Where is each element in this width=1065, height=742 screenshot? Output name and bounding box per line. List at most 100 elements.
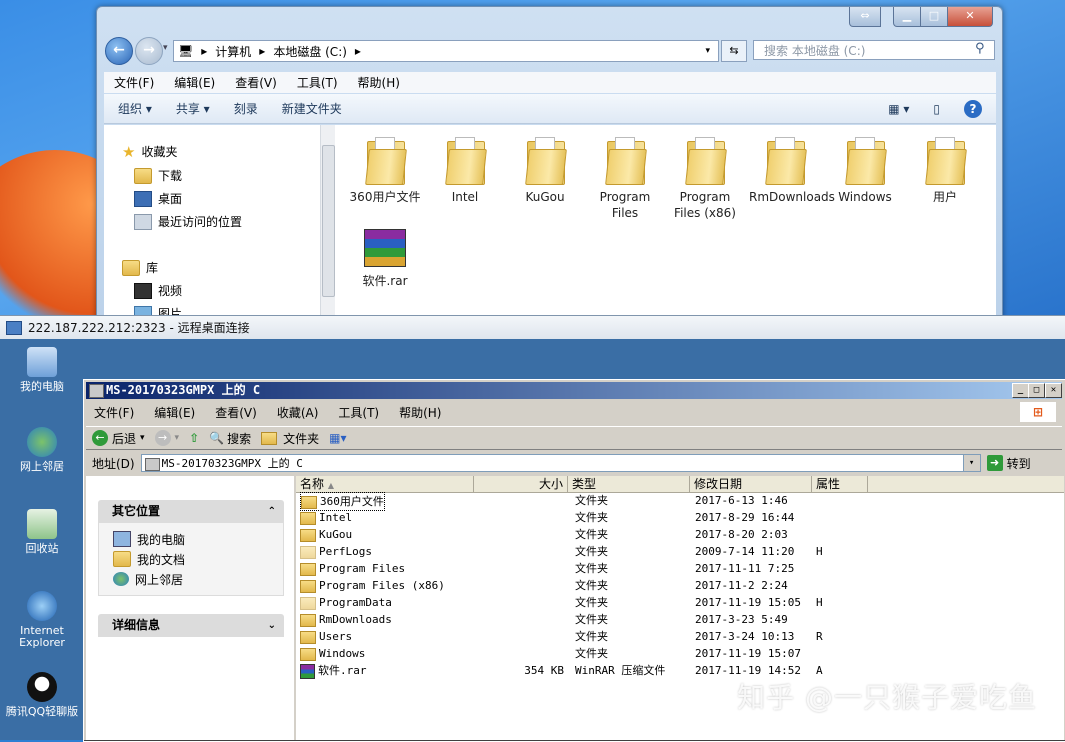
xp-forward-button[interactable]: → ▾ bbox=[154, 430, 179, 446]
menu-help[interactable]: 帮助(H) bbox=[358, 74, 400, 91]
table-row[interactable]: KuGou 文件夹 2017-8-20 2:03 bbox=[296, 526, 1064, 543]
column-date[interactable]: 修改日期 bbox=[690, 476, 812, 492]
folder-item-kugou[interactable]: KuGou bbox=[509, 137, 581, 205]
folder-icon bbox=[765, 137, 807, 185]
menu-file[interactable]: 文件(F) bbox=[114, 74, 154, 91]
new-folder-button[interactable]: 新建文件夹 bbox=[282, 100, 342, 117]
column-name[interactable]: 名称 ▲ bbox=[296, 476, 474, 492]
xp-window-title: MS-20170323GMPX 上的 C bbox=[106, 383, 261, 397]
hidden-folder-icon bbox=[300, 545, 316, 559]
table-row[interactable]: PerfLogs 文件夹 2009-7-14 11:20 H bbox=[296, 543, 1064, 560]
xp-menu-help[interactable]: 帮助(H) bbox=[399, 404, 441, 421]
details-header[interactable]: 详细信息 ⌄ bbox=[98, 614, 284, 637]
collapse-icon[interactable]: ⌃ bbox=[268, 500, 276, 523]
desktop-icon-recycle-bin[interactable]: 回收站 bbox=[5, 509, 79, 555]
close-button[interactable]: ✕ bbox=[947, 7, 993, 27]
views-icon[interactable]: ▦▾ bbox=[329, 431, 346, 445]
xp-menu-view[interactable]: 查看(V) bbox=[215, 404, 257, 421]
table-row[interactable]: Windows 文件夹 2017-11-19 15:07 bbox=[296, 645, 1064, 662]
folder-icon bbox=[685, 137, 727, 185]
forward-arrow-icon: → bbox=[154, 430, 171, 446]
recycle-bin-icon bbox=[27, 509, 57, 539]
folder-item-intel[interactable]: Intel bbox=[429, 137, 501, 205]
nav-desktop[interactable]: 桌面 bbox=[134, 190, 182, 207]
organize-button[interactable]: 组织 ▾ bbox=[118, 100, 152, 117]
minimize-button[interactable]: ▁ bbox=[893, 7, 921, 27]
breadcrumb-drive[interactable]: 本地磁盘 (C:) bbox=[273, 43, 347, 60]
table-row[interactable]: Program Files 文件夹 2017-11-11 7:25 bbox=[296, 560, 1064, 577]
address-bar[interactable]: 🖥 ▸ 计算机 ▸ 本地磁盘 (C:) ▸ ▾ bbox=[173, 40, 719, 62]
xp-menu-file[interactable]: 文件(F) bbox=[94, 404, 134, 421]
folder-item-program-files-x86[interactable]: Program Files (x86) bbox=[669, 137, 741, 221]
up-folder-icon[interactable]: ⇧ bbox=[189, 431, 199, 445]
folder-item-users[interactable]: 用户 bbox=[909, 137, 981, 205]
folder-item-windows[interactable]: Windows bbox=[829, 137, 901, 205]
help-icon[interactable]: ? bbox=[964, 99, 982, 118]
view-options-icon[interactable]: ▦ ▾ bbox=[888, 102, 909, 116]
xp-back-button[interactable]: ← 后退 ▾ bbox=[92, 430, 145, 447]
column-attributes[interactable]: 属性 bbox=[812, 476, 868, 492]
place-my-documents[interactable]: 我的文档 bbox=[113, 549, 283, 569]
place-network[interactable]: 网上邻居 bbox=[113, 569, 283, 589]
folder-icon bbox=[605, 137, 647, 185]
desktop-icon-my-computer[interactable]: 我的电脑 bbox=[5, 347, 79, 393]
go-button[interactable]: ➜ 转到 bbox=[986, 454, 1041, 472]
nav-libraries[interactable]: 库 bbox=[122, 259, 158, 276]
table-row[interactable]: Users 文件夹 2017-3-24 10:13 R bbox=[296, 628, 1064, 645]
zhihu-watermark: 知乎 @一只猴子爱吃鱼 bbox=[737, 681, 1037, 714]
nav-videos[interactable]: 视频 bbox=[134, 282, 182, 299]
menu-edit[interactable]: 编辑(E) bbox=[174, 74, 215, 91]
search-icon[interactable]: ⚲ bbox=[975, 41, 985, 56]
address-dropdown-icon[interactable]: ▾ bbox=[705, 46, 710, 56]
xp-minimize-button[interactable]: _ bbox=[1012, 383, 1029, 398]
burn-button[interactable]: 刻录 bbox=[234, 100, 258, 117]
desktop-icon-network[interactable]: 网上邻居 bbox=[5, 427, 79, 473]
xp-menu-tools[interactable]: 工具(T) bbox=[338, 404, 379, 421]
restore-size-button[interactable]: ⇔ bbox=[849, 7, 881, 27]
xp-title-bar[interactable]: MS-20170323GMPX 上的 C _ □ ✕ bbox=[86, 382, 1062, 399]
menu-view[interactable]: 查看(V) bbox=[235, 74, 277, 91]
forward-button[interactable]: → bbox=[135, 37, 163, 65]
column-type[interactable]: 类型 bbox=[568, 476, 690, 492]
place-my-computer[interactable]: 我的电脑 bbox=[113, 529, 283, 549]
share-button[interactable]: 共享 ▾ bbox=[176, 100, 210, 117]
xp-search-button[interactable]: 🔍 搜索 bbox=[209, 430, 251, 447]
table-row[interactable]: Program Files (x86) 文件夹 2017-11-2 2:24 bbox=[296, 577, 1064, 594]
xp-toolbar: ← 后退 ▾ → ▾ ⇧ 🔍 搜索 文件夹 ▦▾ bbox=[86, 426, 1062, 450]
nav-downloads[interactable]: 下载 bbox=[134, 167, 182, 184]
xp-address-input[interactable]: MS-20170323GMPX 上的 C ▾ bbox=[140, 454, 981, 472]
folder-item-program-files[interactable]: Program Files bbox=[589, 137, 661, 221]
xp-menu-favorites[interactable]: 收藏(A) bbox=[277, 404, 319, 421]
nav-favorites[interactable]: ★ 收藏夹 bbox=[122, 143, 177, 160]
file-item-rar[interactable]: 软件.rar bbox=[349, 229, 421, 289]
refresh-button[interactable]: ⇆ bbox=[721, 40, 747, 62]
table-row[interactable]: RmDownloads 文件夹 2017-3-23 5:49 bbox=[296, 611, 1064, 628]
other-places-header[interactable]: 其它位置 ⌃ bbox=[98, 500, 284, 523]
xp-folders-button[interactable]: 文件夹 bbox=[261, 430, 319, 447]
address-dropdown-icon[interactable]: ▾ bbox=[962, 455, 980, 471]
table-row[interactable]: ProgramData 文件夹 2017-11-19 15:05 H bbox=[296, 594, 1064, 611]
column-size[interactable]: 大小 bbox=[474, 476, 568, 492]
breadcrumb-computer[interactable]: 计算机 bbox=[215, 43, 251, 60]
xp-maximize-button[interactable]: □ bbox=[1028, 383, 1045, 398]
desktop-icon bbox=[134, 190, 152, 207]
preview-pane-icon[interactable]: ▯ bbox=[933, 102, 940, 116]
nav-recent-places[interactable]: 最近访问的位置 bbox=[134, 213, 242, 230]
menu-tools[interactable]: 工具(T) bbox=[297, 74, 338, 91]
xp-close-button[interactable]: ✕ bbox=[1045, 383, 1062, 398]
back-button[interactable]: ← bbox=[105, 37, 133, 65]
expand-icon[interactable]: ⌄ bbox=[268, 614, 276, 637]
folder-item-rmdownloads[interactable]: RmDownloads bbox=[749, 137, 835, 205]
desktop-icon-ie[interactable]: Internet Explorer bbox=[5, 591, 79, 649]
search-input[interactable]: 搜索 本地磁盘 (C:) bbox=[753, 40, 995, 60]
address-label: 地址(D) bbox=[92, 456, 135, 471]
rdp-title-bar[interactable]: 222.187.222.212:2323 - 远程桌面连接 bbox=[0, 315, 1065, 339]
folder-item-360[interactable]: 360用户文件 bbox=[349, 137, 421, 205]
table-row[interactable]: 360用户文件 文件夹 2017-6-13 1:46 bbox=[296, 492, 1064, 511]
history-dropdown-icon[interactable]: ▾ bbox=[163, 43, 168, 53]
xp-menu-edit[interactable]: 编辑(E) bbox=[154, 404, 195, 421]
navigation-scrollbar[interactable] bbox=[320, 125, 335, 319]
desktop-icon-qq[interactable]: 腾讯QQ轻聊版 bbox=[5, 672, 79, 718]
table-row[interactable]: Intel 文件夹 2017-8-29 16:44 bbox=[296, 509, 1064, 526]
maximize-button[interactable]: □ bbox=[920, 7, 948, 27]
